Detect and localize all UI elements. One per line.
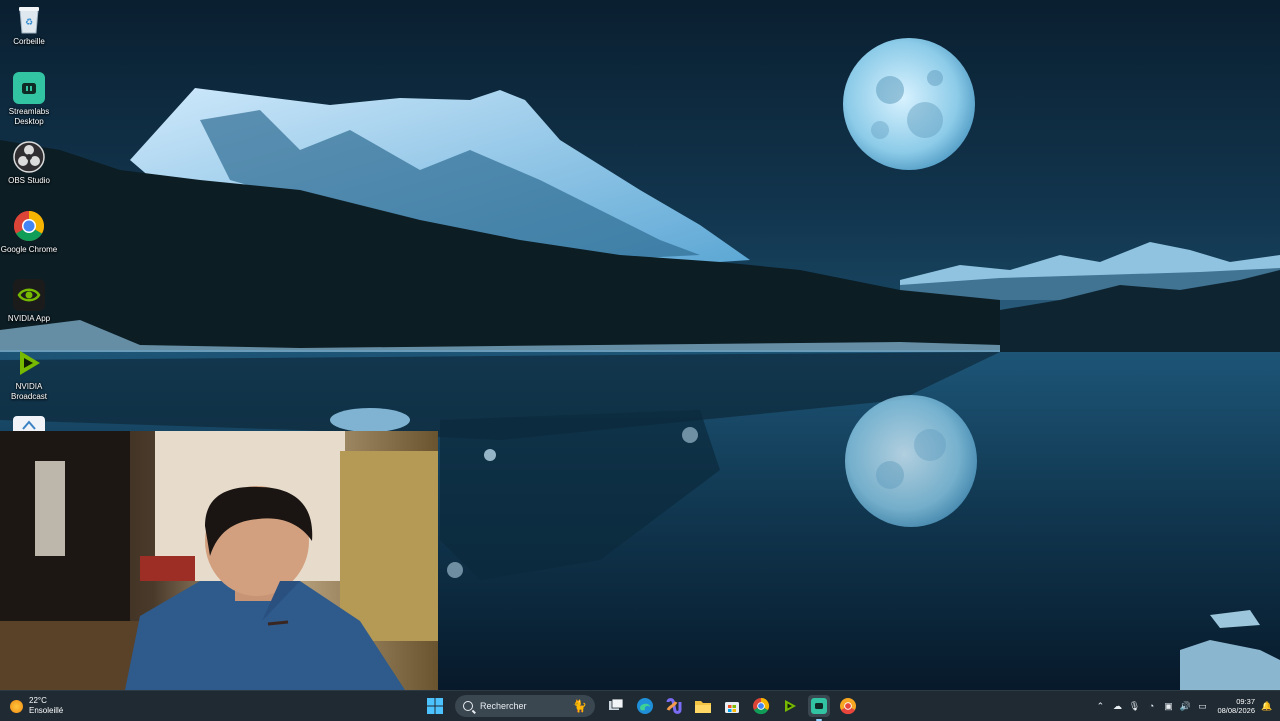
weather-widget[interactable]: 22°C Ensoleillé — [10, 695, 63, 717]
streamlabs-icon — [13, 72, 45, 104]
clock[interactable]: 09:37 08/08/2026 — [1217, 697, 1255, 715]
search-icon — [463, 701, 473, 711]
copilot-button[interactable] — [663, 695, 685, 717]
cloud-icon[interactable]: ☁ — [1112, 701, 1122, 711]
nvidia-broadcast-taskbar-button[interactable] — [779, 695, 801, 717]
search-box[interactable]: Rechercher 🐈 — [455, 695, 595, 717]
microphone-icon[interactable]: 🎙 — [1129, 701, 1140, 711]
network-icon[interactable]: ▣ — [1163, 701, 1173, 711]
task-view-icon — [608, 699, 623, 710]
nvidia-broadcast-icon — [13, 347, 45, 379]
desktop-icon-streamlabs[interactable]: Streamlabs Desktop — [0, 72, 58, 126]
webcam-feed-image — [0, 431, 438, 690]
edge-icon — [636, 698, 653, 714]
store-button[interactable] — [721, 695, 743, 717]
desktop-icon-label: Streamlabs Desktop — [8, 107, 50, 126]
desktop-icon-partial[interactable] — [0, 416, 58, 431]
file-explorer-icon — [694, 700, 711, 713]
store-icon — [724, 702, 739, 713]
nvidia-icon — [13, 279, 45, 311]
desktop-icon-chrome[interactable]: Google Chrome — [0, 210, 58, 255]
notification-bell-icon[interactable]: 🔔 — [1261, 701, 1272, 711]
streamlabs-icon — [810, 698, 827, 714]
recycle-bin-icon: ♻ — [16, 4, 42, 34]
wifi-icon[interactable]: ◔ — [1146, 701, 1156, 711]
weather-temperature: 22°C — [29, 696, 47, 705]
desktop-icon-label: NVIDIA App — [7, 314, 51, 323]
search-highlight-icon: 🐈 — [572, 699, 587, 713]
clock-date: 08/08/2026 — [1217, 706, 1255, 715]
chrome-icon — [752, 697, 769, 715]
weather-condition: Ensoleillé — [29, 706, 64, 715]
svg-text:♻: ♻ — [25, 18, 33, 28]
search-label: Rechercher — [480, 701, 527, 711]
file-explorer-button[interactable] — [692, 695, 714, 717]
taskbar: 22°C Ensoleillé Rechercher 🐈 ⌃ ☁ 🎙 ◔ ▣ 🔊… — [0, 690, 1280, 721]
desktop-icon-obs[interactable]: OBS Studio — [0, 141, 58, 186]
desktop-icon-label: OBS Studio — [8, 176, 50, 185]
sun-icon — [10, 699, 23, 713]
desktop-icon-nvidia-broadcast[interactable]: NVIDIA Broadcast — [0, 347, 58, 401]
obs-icon — [13, 141, 45, 173]
weather-text: 22°C Ensoleillé — [29, 696, 63, 716]
chrome-icon — [13, 210, 45, 242]
chrome-dev-taskbar-button[interactable] — [837, 695, 859, 717]
system-tray: ⌃ ☁ 🎙 ◔ ▣ 🔊 ▭ 09:37 08/08/2026 🔔 — [1095, 695, 1273, 717]
streamlabs-taskbar-button[interactable] — [807, 695, 830, 721]
chrome-taskbar-button[interactable] — [750, 695, 772, 717]
windows-logo-icon — [426, 698, 443, 714]
chevron-up-icon[interactable]: ⌃ — [1095, 701, 1105, 711]
edge-button[interactable] — [634, 695, 656, 717]
desktop-icon-label: Corbeille — [13, 37, 45, 46]
webcam-overlay — [0, 431, 438, 690]
taskbar-apps: Rechercher 🐈 — [420, 695, 862, 721]
task-view-button[interactable] — [605, 695, 627, 717]
app-icon — [13, 416, 45, 431]
nvidia-broadcast-icon — [784, 700, 796, 712]
desktop-icon-recycle-bin[interactable]: ♻ Corbeille — [0, 4, 58, 47]
clock-time: 09:37 — [1236, 697, 1255, 706]
desktop-icon-label: NVIDIA Broadcast — [10, 382, 48, 401]
copilot-icon — [666, 698, 681, 714]
battery-icon[interactable]: ▭ — [1197, 701, 1207, 711]
desktop-icon-label: Google Chrome — [0, 245, 58, 254]
volume-icon[interactable]: 🔊 — [1180, 701, 1191, 711]
start-button[interactable] — [424, 695, 446, 717]
desktop-icon-nvidia-app[interactable]: NVIDIA App — [0, 279, 58, 324]
chrome-dev-icon — [839, 698, 856, 715]
